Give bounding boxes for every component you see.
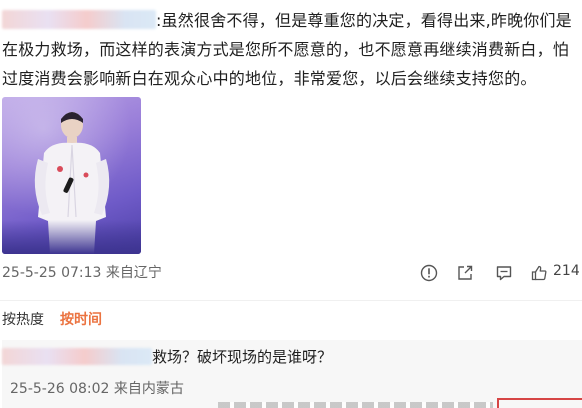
reply-text-line: 救场？破坏现场的是谁呀？ — [2, 346, 332, 367]
sort-by-time[interactable]: 按时间 — [60, 312, 102, 328]
reply-meta: 25-5-26 08:02 来自内蒙古 — [10, 381, 184, 397]
blurred-username[interactable] — [2, 10, 156, 29]
like-count: 214 — [553, 263, 580, 279]
exclamation-circle-icon[interactable] — [416, 260, 442, 286]
reply-body: 救场？破坏现场的是谁呀？ — [152, 348, 333, 366]
divider — [0, 300, 582, 301]
post-actions: 214 — [416, 260, 582, 286]
thumbs-up-icon[interactable] — [526, 260, 552, 286]
comment-sort-tabs: 按热度 按时间 — [2, 309, 118, 329]
post-text: :虽然很舍不得，但是尊重您的决定，看得出来,昨晚你们是在极力救场，而这样的表演方… — [2, 6, 580, 93]
blurred-reply-username[interactable] — [2, 348, 152, 365]
sort-by-hot[interactable]: 按热度 — [2, 312, 44, 328]
comment-icon[interactable] — [491, 260, 517, 286]
cropped-next-reply — [218, 402, 493, 408]
share-icon[interactable] — [452, 260, 478, 286]
corner-watermark-mark — [497, 398, 582, 408]
post-meta: 25-5-25 07:13 来自辽宁 — [2, 265, 162, 281]
photo-stage — [2, 220, 141, 254]
post-photo[interactable] — [2, 97, 141, 254]
